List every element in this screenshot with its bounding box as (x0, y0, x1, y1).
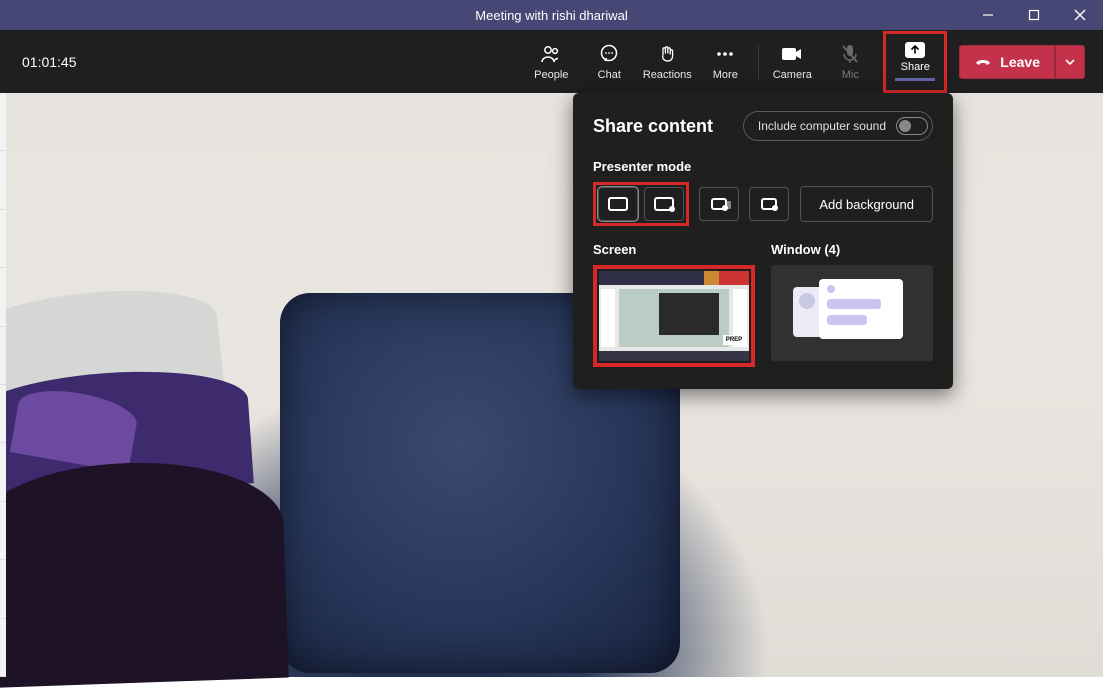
mic-off-icon (841, 43, 859, 65)
reactions-label: Reactions (643, 69, 692, 81)
hangup-icon (974, 54, 992, 70)
share-screen-thumbnail[interactable]: PREP (599, 271, 749, 361)
leave-menu-button[interactable] (1055, 45, 1085, 79)
toggle-off-icon (896, 117, 928, 135)
side-by-side-icon (711, 198, 727, 210)
share-highlight: Share (883, 31, 947, 93)
window-card-icon (819, 279, 903, 339)
window-section-label: Window (4) (771, 242, 933, 257)
presenter-mode-side-by-side[interactable] (699, 187, 739, 221)
maximize-button[interactable] (1011, 0, 1057, 30)
chat-icon (599, 43, 619, 65)
reactions-button[interactable]: Reactions (638, 36, 696, 88)
add-background-label: Add background (819, 197, 914, 212)
minimize-button[interactable] (965, 0, 1011, 30)
more-icon (715, 43, 735, 65)
presenter-mode-standout[interactable] (644, 187, 684, 221)
camera-label: Camera (773, 69, 812, 81)
reporter-icon (761, 198, 777, 210)
camera-button[interactable]: Camera (763, 36, 821, 88)
add-background-button[interactable]: Add background (800, 186, 933, 222)
people-button[interactable]: People (522, 36, 580, 88)
presenter-mode-reporter[interactable] (749, 187, 789, 221)
camera-icon (781, 43, 803, 65)
share-window-thumbnail[interactable] (771, 265, 933, 361)
prep-badge: PREP (723, 335, 745, 345)
left-edge-rail (0, 93, 6, 677)
people-label: People (534, 69, 568, 81)
content-only-icon (608, 197, 628, 211)
people-icon (540, 43, 562, 65)
leave-button[interactable]: Leave (959, 45, 1055, 79)
include-sound-label: Include computer sound (758, 119, 886, 133)
meeting-toolbar: 01:01:45 People Chat Reactions More Came… (0, 30, 1103, 93)
share-icon (905, 42, 925, 58)
meeting-timer: 01:01:45 (22, 54, 77, 70)
more-button[interactable]: More (696, 36, 754, 88)
screen-section-label: Screen (593, 242, 755, 257)
presenter-mode-label: Presenter mode (593, 159, 933, 174)
share-content-title: Share content (593, 116, 713, 137)
share-content-panel: Share content Include computer sound Pre… (573, 93, 953, 389)
window-title: Meeting with rishi dhariwal (475, 8, 627, 23)
close-button[interactable] (1057, 0, 1103, 30)
leave-label: Leave (1000, 54, 1040, 70)
screen-highlight: PREP (593, 265, 755, 367)
mic-button[interactable]: Mic (821, 36, 879, 88)
include-computer-sound-toggle[interactable]: Include computer sound (743, 111, 933, 141)
window-controls (965, 0, 1103, 30)
video-person (0, 253, 300, 673)
more-label: More (713, 69, 738, 81)
share-button[interactable]: Share (890, 39, 940, 85)
share-label: Share (901, 61, 930, 73)
chevron-down-icon (1065, 59, 1075, 65)
share-active-underline (895, 78, 935, 81)
chat-button[interactable]: Chat (580, 36, 638, 88)
toolbar-separator (758, 45, 759, 79)
chat-label: Chat (598, 69, 621, 81)
titlebar: Meeting with rishi dhariwal (0, 0, 1103, 30)
presenter-mode-highlight (593, 182, 689, 226)
hand-icon (657, 43, 677, 65)
mic-label: Mic (842, 69, 859, 81)
standout-icon (654, 197, 674, 211)
presenter-mode-content-only[interactable] (598, 187, 638, 221)
